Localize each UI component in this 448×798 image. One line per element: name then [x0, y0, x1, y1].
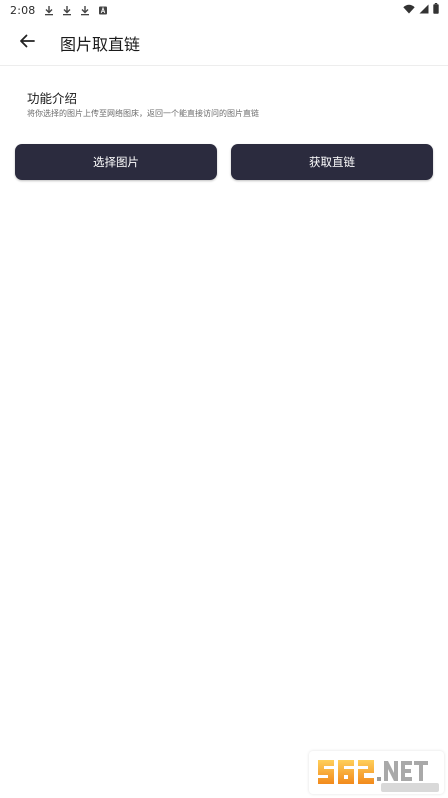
watermark-logo — [309, 751, 444, 794]
watermark-logo-image — [318, 760, 439, 792]
wifi-icon — [403, 4, 415, 17]
status-bar: 2:08 — [0, 0, 448, 20]
battery-icon — [433, 3, 439, 17]
page-title: 图片取直链 — [60, 34, 141, 54]
download-icon — [44, 5, 54, 16]
status-time: 2:08 — [10, 3, 36, 17]
download-icon — [62, 5, 72, 16]
app-screen: 2:08 图片取直链 功能介绍 将你选择的图片上传至网络图床，返回一个能直接访问… — [0, 0, 448, 798]
font-icon — [98, 5, 108, 16]
back-button[interactable] — [13, 29, 41, 57]
status-right — [403, 3, 439, 17]
download-icon — [80, 5, 90, 16]
select-image-button[interactable]: 选择图片 — [15, 144, 217, 180]
status-left: 2:08 — [10, 4, 108, 17]
app-bar: 图片取直链 — [0, 20, 448, 66]
arrow-left-icon — [19, 33, 35, 53]
cellular-signal-icon — [419, 4, 429, 17]
feature-intro: 功能介绍 将你选择的图片上传至网络图床，返回一个能直接访问的图片直链 — [27, 91, 427, 120]
intro-description: 将你选择的图片上传至网络图床，返回一个能直接访问的图片直链 — [27, 109, 259, 118]
intro-title: 功能介绍 — [27, 91, 78, 106]
get-link-button[interactable]: 获取直链 — [231, 144, 433, 180]
